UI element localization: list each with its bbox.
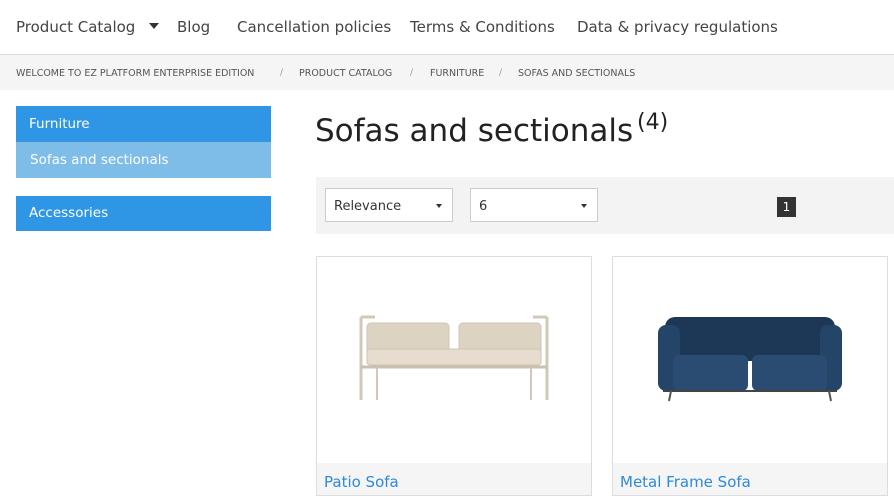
top-navigation: Product Catalog Blog Cancellation polici… <box>0 0 894 55</box>
breadcrumb: WELCOME TO EZ PLATFORM ENTERPRISE EDITIO… <box>0 55 894 90</box>
per-page-select-value: 6 <box>479 199 488 214</box>
nav-cancellation-policies[interactable]: Cancellation policies <box>237 18 391 36</box>
product-name-link[interactable]: Metal Frame Sofa <box>620 473 751 491</box>
sidebar-item-label: Accessories <box>29 205 109 221</box>
per-page-select[interactable]: 6 <box>470 188 598 222</box>
sort-select-value: Relevance <box>334 199 402 214</box>
sidebar-item-furniture[interactable]: Furniture <box>16 106 271 142</box>
breadcrumb-separator: / <box>499 68 503 78</box>
nav-product-catalog[interactable]: Product Catalog <box>16 18 160 36</box>
nav-terms-conditions[interactable]: Terms & Conditions <box>410 18 555 36</box>
product-image-metal-frame-sofa[interactable] <box>613 257 887 463</box>
sidebar-item-label: Furniture <box>29 116 90 132</box>
breadcrumb-separator: / <box>280 68 284 78</box>
chevron-down-icon <box>581 204 587 208</box>
breadcrumb-current: SOFAS AND SECTIONALS <box>518 68 636 79</box>
product-card[interactable]: Metal Frame Sofa <box>612 256 888 496</box>
breadcrumb-product-catalog[interactable]: PRODUCT CATALOG <box>299 68 392 79</box>
breadcrumb-home[interactable]: WELCOME TO EZ PLATFORM ENTERPRISE EDITIO… <box>16 68 254 79</box>
page-title: Sofas and sectionals <box>315 113 634 149</box>
sidebar-item-label: Sofas and sectionals <box>30 152 169 168</box>
product-name-bar: Patio Sofa <box>317 463 591 495</box>
product-name-bar: Metal Frame Sofa <box>613 463 887 495</box>
nav-product-catalog-label: Product Catalog <box>16 18 136 36</box>
product-card[interactable]: Patio Sofa <box>316 256 592 496</box>
sidebar-item-sofas[interactable]: Sofas and sectionals <box>16 142 271 178</box>
listing-toolbar: Relevance 6 1 <box>316 177 894 234</box>
nav-blog[interactable]: Blog <box>177 18 210 36</box>
product-name-link[interactable]: Patio Sofa <box>324 473 399 491</box>
pagination-current-page[interactable]: 1 <box>777 197 796 217</box>
nav-data-privacy[interactable]: Data & privacy regulations <box>577 18 778 36</box>
caret-down-icon <box>149 23 160 29</box>
product-image-patio-sofa[interactable] <box>317 257 591 463</box>
chevron-down-icon <box>436 204 442 208</box>
breadcrumb-furniture[interactable]: FURNITURE <box>430 68 484 79</box>
sort-select[interactable]: Relevance <box>325 188 453 222</box>
product-count: (4) <box>637 110 669 135</box>
breadcrumb-separator: / <box>410 68 414 78</box>
sidebar-item-accessories[interactable]: Accessories <box>16 196 271 231</box>
